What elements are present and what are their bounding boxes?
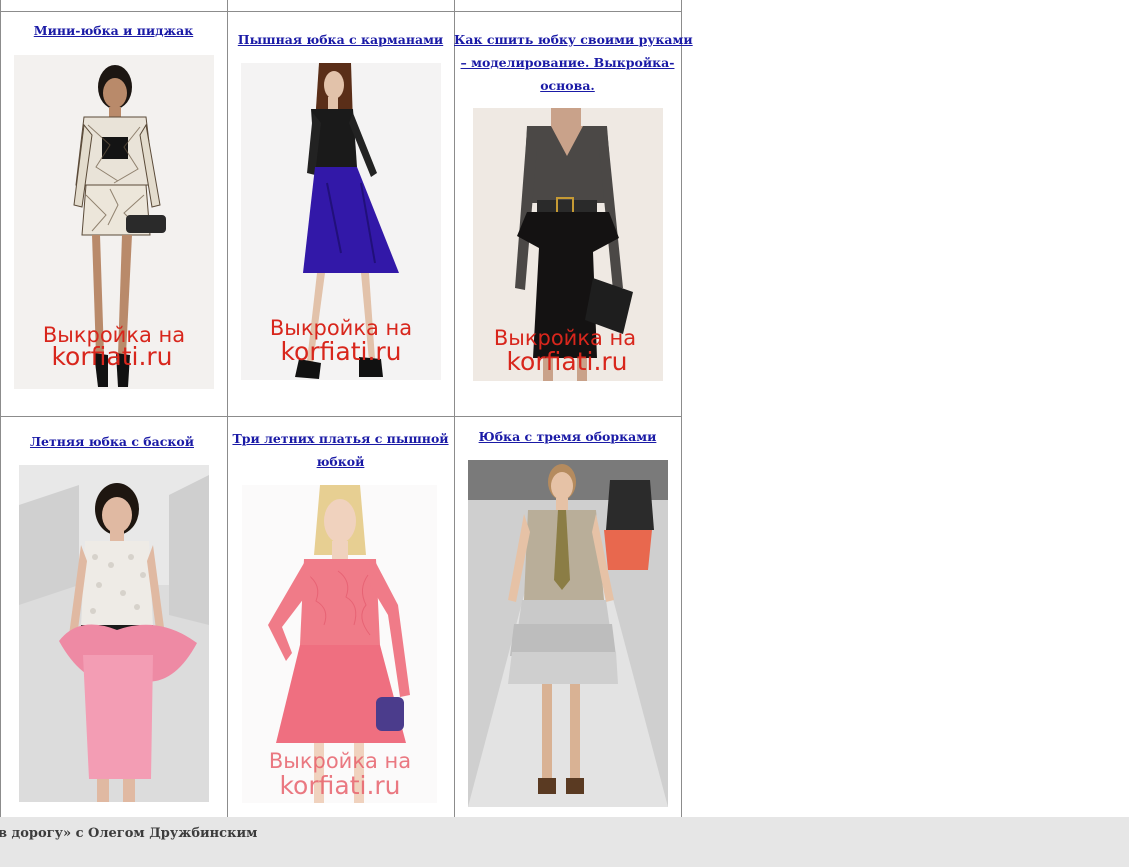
watermark-line-2: korfiati.ru bbox=[506, 347, 627, 376]
article-link-full-skirt-pockets[interactable]: Пышная юбка с карманами bbox=[227, 28, 454, 51]
article-link-three-ruffle-skirt[interactable]: Юбка с тремя оборками bbox=[454, 425, 681, 448]
table-border-right bbox=[681, 0, 682, 817]
articles-table: Мини-юбка и пиджак Выкройка на korfiati.… bbox=[0, 0, 693, 817]
footer-bar: в дорогу» с Олегом Дружбинским bbox=[0, 817, 1129, 867]
watermark-line-2: korfiati.ru bbox=[51, 342, 172, 371]
article-link-three-summer-dresses[interactable]: Три летних платья с пышной юбкой bbox=[227, 427, 454, 473]
three-ruffle-skirt-runway-photo[interactable] bbox=[468, 460, 668, 807]
watermark-line-2: korfiati.ru bbox=[280, 337, 401, 366]
summer-peplum-skirt-photo[interactable] bbox=[19, 465, 209, 802]
watermark-line-2: korfiati.ru bbox=[279, 771, 400, 800]
article-link-skirt-base[interactable]: Как сшить юбку своими руками – моделиров… bbox=[454, 28, 693, 97]
table-row-divider-top bbox=[0, 11, 682, 12]
pink-lace-dress-photo[interactable]: Выкройка на korfiati.ru bbox=[242, 485, 437, 803]
watermark-line-1: Выкройка на bbox=[269, 749, 411, 773]
table-divider-1 bbox=[227, 0, 228, 817]
mini-skirt-and-jacket-photo[interactable]: Выкройка на korfiati.ru bbox=[14, 55, 214, 389]
full-skirt-with-pockets-photo[interactable]: Выкройка на korfiati.ru bbox=[241, 63, 441, 380]
skirt-base-pattern-photo[interactable]: Выкройка на korfiati.ru bbox=[473, 108, 663, 381]
table-divider-2 bbox=[454, 0, 455, 817]
table-row-divider-middle bbox=[0, 416, 682, 417]
article-link-mini-skirt[interactable]: Мини-юбка и пиджак bbox=[0, 19, 227, 42]
article-link-summer-peplum[interactable]: Летняя юбка с баской bbox=[0, 430, 224, 453]
footer-text[interactable]: в дорогу» с Олегом Дружбинским bbox=[0, 826, 257, 841]
table-border-left bbox=[0, 0, 1, 817]
